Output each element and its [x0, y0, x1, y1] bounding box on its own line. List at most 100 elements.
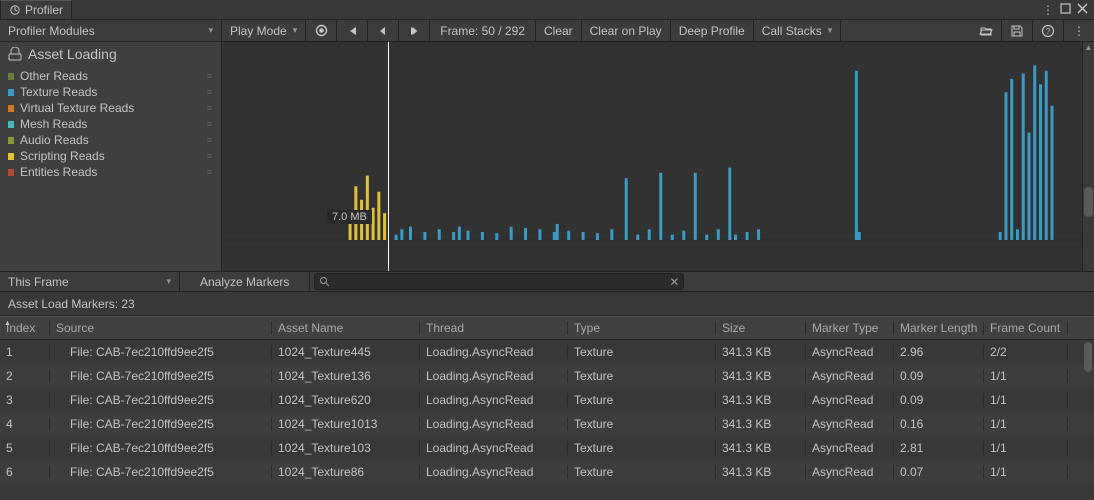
drag-handle-icon[interactable]: ≡ [207, 119, 213, 129]
menu-button[interactable]: ⋮ [1064, 20, 1094, 41]
cell-thread: Loading.AsyncRead [420, 369, 568, 383]
col-asset-name[interactable]: Asset Name [272, 321, 420, 335]
table-row[interactable]: 4File: CAB-7ec210ffd9ee2f51024_Texture10… [0, 412, 1094, 436]
markers-table: ▲Index Source Asset Name Thread Type Siz… [0, 316, 1094, 484]
profiler-tab-label: Profiler [25, 3, 63, 17]
col-source[interactable]: Source [50, 321, 272, 335]
drag-handle-icon[interactable]: ≡ [207, 71, 213, 81]
cell-type: Texture [568, 393, 716, 407]
cell-source: File: CAB-7ec210ffd9ee2f5 [50, 369, 272, 383]
modules-scrollbar[interactable]: ▲ [1082, 42, 1094, 271]
col-index[interactable]: ▲Index [0, 321, 50, 335]
help-icon: ? [1041, 24, 1055, 38]
table-scrollbar[interactable] [1084, 342, 1092, 482]
drag-handle-icon[interactable]: ≡ [207, 87, 213, 97]
drag-handle-icon[interactable]: ≡ [207, 135, 213, 145]
cell-frame-count: 2/2 [984, 345, 1068, 359]
legend-item[interactable]: Scripting Reads ≡ [0, 148, 221, 164]
legend-item[interactable]: Entities Reads≡ [0, 164, 221, 180]
context-menu-icon[interactable]: ⋮ [1042, 3, 1054, 17]
load-button[interactable] [971, 20, 1002, 41]
chart[interactable]: 7.0 MB [222, 42, 1082, 271]
legend-item[interactable]: Texture Reads ≡ [0, 84, 221, 100]
clear-on-play-button[interactable]: Clear on Play [582, 20, 671, 41]
scroll-up-icon[interactable]: ▲ [1083, 43, 1094, 53]
col-thread[interactable]: Thread [420, 321, 568, 335]
marker-count-label: Asset Load Markers: 23 [8, 297, 135, 311]
cell-size: 341.3 KB [716, 345, 806, 359]
clear-button[interactable]: Clear [536, 20, 582, 41]
deep-profile-button[interactable]: Deep Profile [671, 20, 754, 41]
table-row[interactable]: 2File: CAB-7ec210ffd9ee2f51024_Texture13… [0, 364, 1094, 388]
cell-size: 341.3 KB [716, 441, 806, 455]
this-frame-label: This Frame [8, 275, 69, 289]
module-title: Asset Loading [28, 46, 117, 62]
search-input[interactable]: ✕ [314, 273, 684, 290]
prev-frame-button[interactable] [368, 20, 399, 41]
legend-swatch [8, 89, 14, 96]
cell-thread: Loading.AsyncRead [420, 441, 568, 455]
legend-label: Other Reads [20, 69, 88, 83]
search-icon [319, 276, 330, 287]
col-frame-count[interactable]: Frame Count [984, 321, 1068, 335]
frame-cursor[interactable] [388, 42, 389, 271]
legend-swatch [8, 169, 14, 176]
cell-source: File: CAB-7ec210ffd9ee2f5 [50, 393, 272, 407]
save-button[interactable] [1002, 20, 1033, 41]
cell-size: 341.3 KB [716, 393, 806, 407]
legend-item[interactable]: Virtual Texture Reads≡ [0, 100, 221, 116]
cell-source: File: CAB-7ec210ffd9ee2f5 [50, 345, 272, 359]
maximize-icon[interactable] [1060, 3, 1071, 17]
module-header[interactable]: Asset Loading [0, 42, 221, 66]
legend-item[interactable]: Mesh Reads ≡ [0, 116, 221, 132]
this-frame-dropdown[interactable]: This Frame [0, 272, 180, 291]
analyze-markers-button[interactable]: Analyze Markers [180, 272, 310, 291]
skip-first-icon [345, 24, 359, 38]
chart-area: Asset Loading Other Reads ≡ Texture Reads ≡… [0, 42, 1094, 272]
drag-handle-icon[interactable]: ≡ [207, 103, 213, 113]
drag-handle-icon[interactable]: ≡ [207, 151, 213, 161]
table-scroll-thumb[interactable] [1084, 342, 1092, 372]
legend-swatch [8, 121, 14, 128]
cell-marker-type: AsyncRead [806, 345, 894, 359]
table-row[interactable]: 5File: CAB-7ec210ffd9ee2f51024_Texture10… [0, 436, 1094, 460]
col-marker-length[interactable]: Marker Length [894, 321, 984, 335]
col-marker-type[interactable]: Marker Type [806, 321, 894, 335]
legend-label: Texture Reads [20, 85, 97, 99]
profiler-tab[interactable]: Profiler [0, 0, 72, 19]
table-row[interactable]: 3File: CAB-7ec210ffd9ee2f51024_Texture62… [0, 388, 1094, 412]
profiler-modules-label: Profiler Modules [8, 24, 95, 38]
legend-label: Scripting Reads [20, 149, 105, 163]
next-frame-button[interactable] [399, 20, 430, 41]
profiler-modules-dropdown[interactable]: Profiler Modules [0, 20, 222, 41]
help-button[interactable]: ? [1033, 20, 1064, 41]
cell-asset: 1024_Texture620 [272, 393, 420, 407]
scroll-thumb[interactable] [1084, 187, 1093, 217]
play-mode-dropdown[interactable]: Play Mode [222, 20, 306, 41]
cell-type: Texture [568, 465, 716, 479]
record-button[interactable] [306, 20, 337, 41]
col-type[interactable]: Type [568, 321, 716, 335]
open-icon [979, 24, 993, 38]
status-bar: Asset Load Markers: 23 [0, 292, 1094, 316]
y-axis-label: 7.0 MB [327, 210, 372, 224]
search-clear-icon[interactable]: ✕ [669, 275, 679, 289]
clear-label: Clear [544, 24, 573, 38]
table-row[interactable]: 6File: CAB-7ec210ffd9ee2f51024_Texture86… [0, 460, 1094, 484]
cell-index: 3 [0, 393, 50, 407]
cell-frame-count: 1/1 [984, 393, 1068, 407]
first-frame-button[interactable] [337, 20, 368, 41]
legend-item[interactable]: Audio Reads≡ [0, 132, 221, 148]
deep-profile-label: Deep Profile [679, 24, 745, 38]
legend-label: Mesh Reads [20, 117, 87, 131]
detail-toolbar: This Frame Analyze Markers ✕ [0, 272, 1094, 292]
close-icon[interactable] [1077, 3, 1088, 17]
col-size[interactable]: Size [716, 321, 806, 335]
call-stacks-dropdown[interactable]: Call Stacks [754, 20, 842, 41]
cell-frame-count: 1/1 [984, 417, 1068, 431]
drag-handle-icon[interactable]: ≡ [207, 167, 213, 177]
cell-source: File: CAB-7ec210ffd9ee2f5 [50, 441, 272, 455]
table-row[interactable]: 1File: CAB-7ec210ffd9ee2f51024_Texture44… [0, 340, 1094, 364]
titlebar: Profiler ⋮ [0, 0, 1094, 20]
legend-item[interactable]: Other Reads ≡ [0, 68, 221, 84]
